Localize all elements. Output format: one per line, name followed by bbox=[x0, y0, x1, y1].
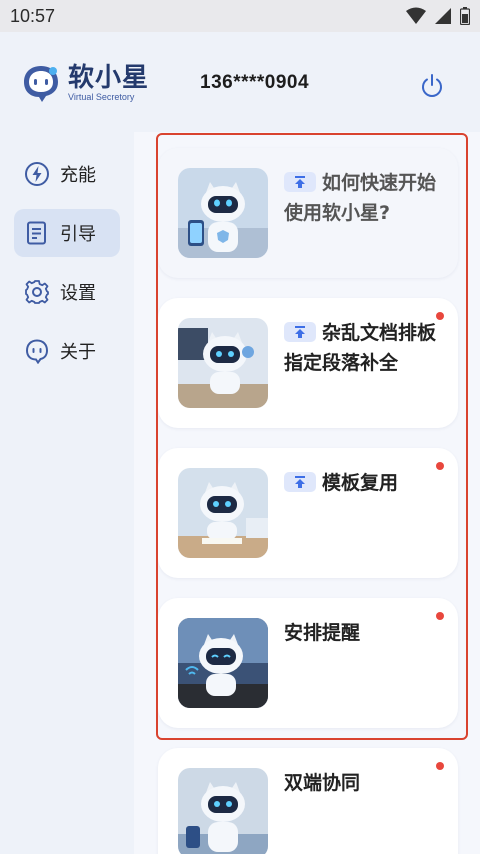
sidebar-item-settings[interactable]: 设置 bbox=[14, 268, 120, 316]
sidebar: 充能 引导 设置 关于 bbox=[0, 132, 134, 854]
gear-icon bbox=[25, 280, 49, 304]
status-icons bbox=[406, 7, 470, 25]
guide-card-title: 安排提醒 bbox=[284, 618, 444, 648]
sidebar-item-label: 设置 bbox=[60, 283, 96, 304]
unread-dot bbox=[436, 612, 444, 620]
power-icon[interactable] bbox=[418, 72, 446, 100]
account-phone: 136****0904 bbox=[200, 72, 310, 93]
pinned-badge bbox=[284, 472, 316, 492]
brand: 软小星 Virtual Secretory bbox=[20, 62, 149, 104]
unread-dot bbox=[436, 312, 444, 320]
pin-top-icon bbox=[295, 176, 305, 188]
chat-bubble-icon bbox=[25, 339, 49, 364]
pin-top-icon bbox=[295, 476, 305, 488]
pinned-badge bbox=[284, 172, 316, 192]
guide-card[interactable]: 模板复用 bbox=[158, 448, 458, 578]
battery-icon bbox=[460, 7, 470, 25]
wifi-icon bbox=[406, 7, 426, 24]
guide-card-text: 双端协同 bbox=[284, 772, 361, 794]
sidebar-item-about[interactable]: 关于 bbox=[14, 327, 120, 375]
cell-signal-icon bbox=[435, 8, 451, 24]
sidebar-item-label: 引导 bbox=[60, 224, 96, 245]
guide-card-title: 模板复用 bbox=[284, 468, 444, 498]
guide-card[interactable]: 双端协同 bbox=[158, 748, 458, 854]
lightning-icon bbox=[25, 162, 49, 186]
status-bar: 10:57 bbox=[0, 0, 480, 32]
brand-name: 软小星 bbox=[68, 62, 150, 93]
document-icon bbox=[27, 221, 46, 245]
status-time: 10:57 bbox=[10, 6, 56, 26]
unread-dot bbox=[436, 762, 444, 770]
unread-dot bbox=[436, 462, 444, 470]
sidebar-item-label: 关于 bbox=[60, 342, 96, 363]
robot-thumbnail-icon bbox=[178, 768, 268, 854]
robot-thumbnail-icon bbox=[178, 168, 268, 258]
guide-card-text: 模板复用 bbox=[322, 472, 399, 494]
guide-card-title: 双端协同 bbox=[284, 768, 444, 798]
brand-subtitle: Virtual Secretory bbox=[68, 91, 135, 102]
robot-thumbnail-icon bbox=[178, 618, 268, 708]
guide-card-title: 如何快速开始使用软小星? bbox=[284, 168, 444, 228]
pin-top-icon bbox=[295, 326, 305, 338]
app-logo-icon bbox=[24, 66, 58, 102]
guide-card[interactable]: 如何快速开始使用软小星? bbox=[158, 148, 458, 278]
sidebar-item-guide[interactable]: 引导 bbox=[14, 209, 120, 257]
sidebar-item-charge[interactable]: 充能 bbox=[14, 150, 120, 198]
robot-thumbnail-icon bbox=[178, 318, 268, 408]
pinned-badge bbox=[284, 322, 316, 342]
sidebar-item-label: 充能 bbox=[60, 165, 96, 186]
guide-card-text: 安排提醒 bbox=[284, 622, 361, 644]
guide-card[interactable]: 安排提醒 bbox=[158, 598, 458, 728]
app-header: 软小星 Virtual Secretory 136****0904 bbox=[0, 32, 480, 132]
guide-list: 如何快速开始使用软小星? 杂乱文档排板指定段落补全 模板复用 安排提醒 双端协同 bbox=[134, 132, 480, 854]
guide-card[interactable]: 杂乱文档排板指定段落补全 bbox=[158, 298, 458, 428]
guide-card-title: 杂乱文档排板指定段落补全 bbox=[284, 318, 444, 378]
robot-thumbnail-icon bbox=[178, 468, 268, 558]
